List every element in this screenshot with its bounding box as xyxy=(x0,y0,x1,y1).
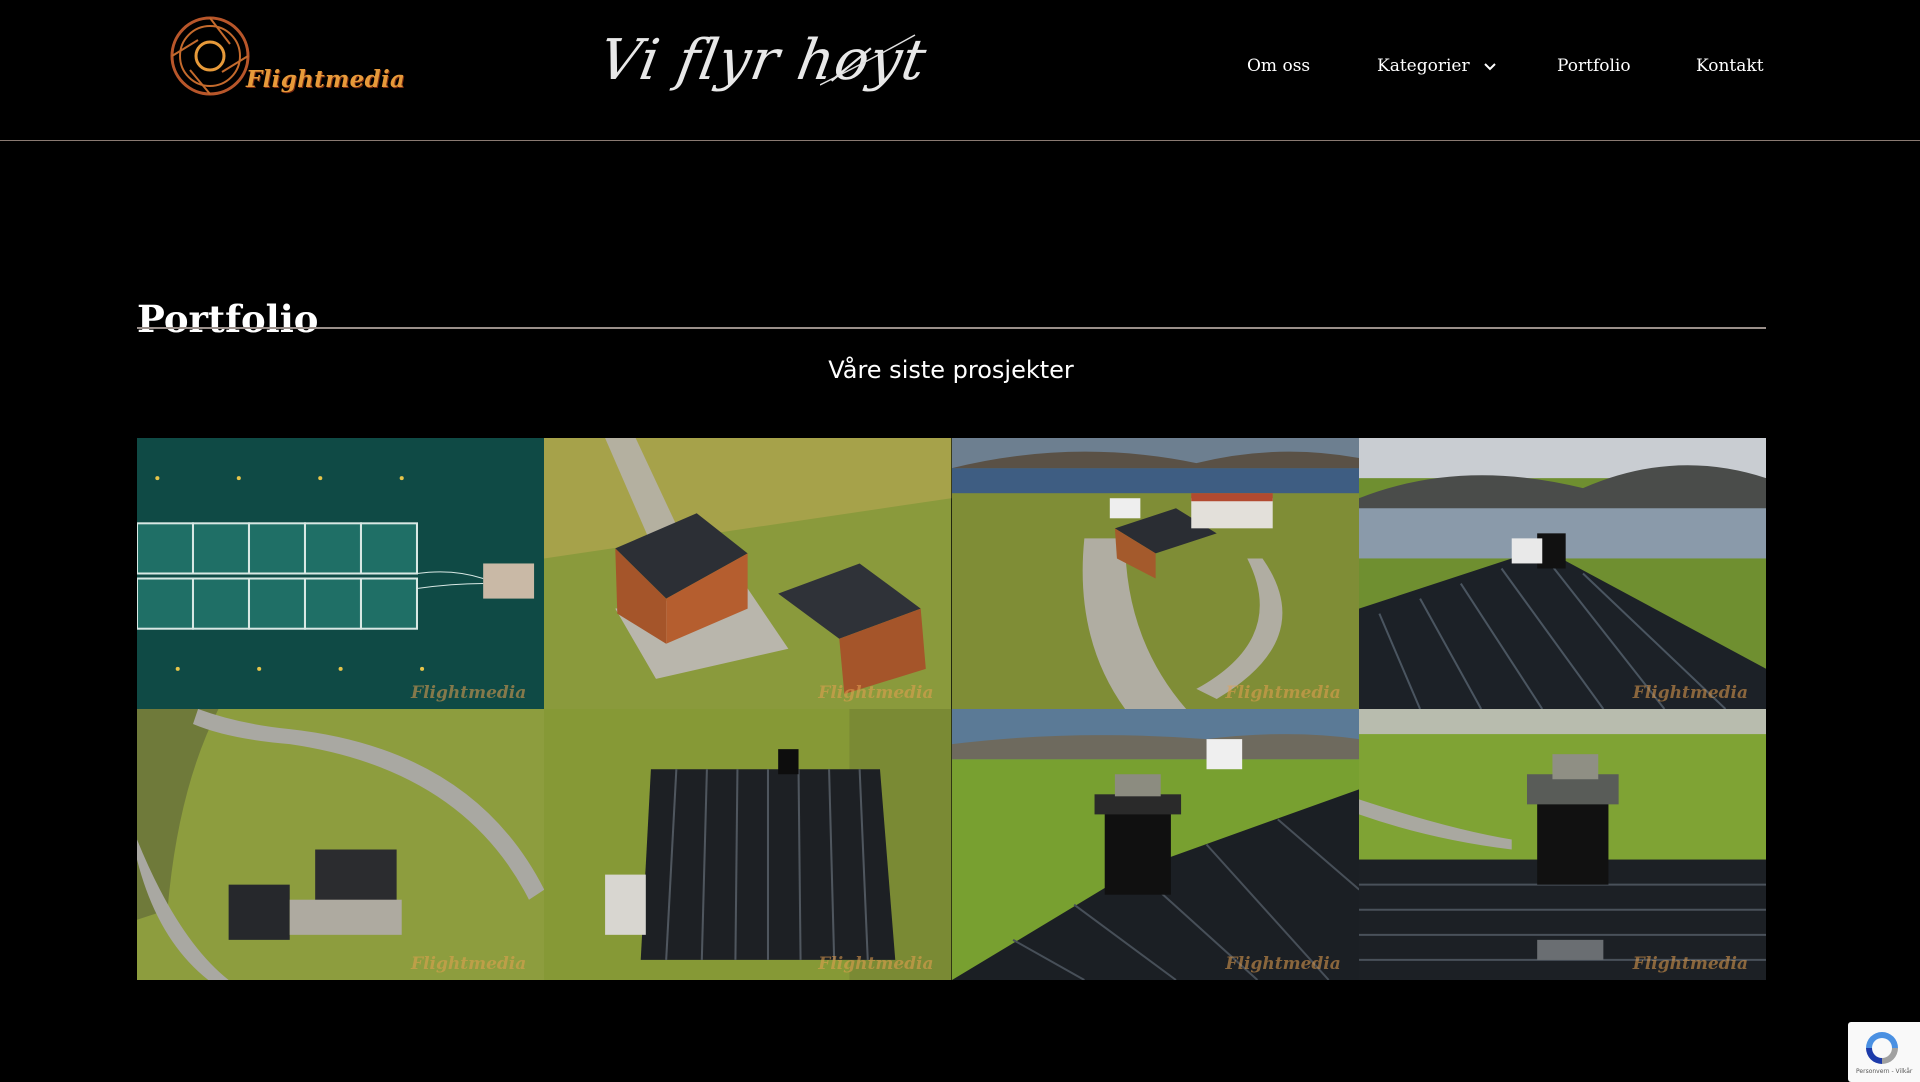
gallery-item-black-roof[interactable]: Flightmedia xyxy=(544,709,952,980)
gallery-item-house-garage[interactable]: Flightmedia xyxy=(544,438,952,709)
recaptcha-badge[interactable]: Personvern - Vilkår xyxy=(1848,1022,1920,1082)
house-garage-image xyxy=(544,438,952,709)
black-roof-image xyxy=(544,709,952,980)
farm-fjord-image xyxy=(951,438,1359,709)
nav-om-oss[interactable]: Om oss xyxy=(1247,56,1310,76)
roof-fjord-image xyxy=(1358,438,1766,709)
watermark: Flightmedia xyxy=(1632,683,1748,703)
watermark: Flightmedia xyxy=(818,683,934,703)
nav-portfolio[interactable]: Portfolio xyxy=(1557,56,1631,76)
recaptcha-links[interactable]: Personvern - Vilkår xyxy=(1856,1068,1912,1075)
watermark: Flightmedia xyxy=(1225,683,1341,703)
fish-farm-image xyxy=(137,438,545,709)
nav-kategorier[interactable]: Kategorier xyxy=(1377,56,1497,76)
watermark: Flightmedia xyxy=(1632,954,1748,974)
gallery-item-chimney-close[interactable]: Flightmedia xyxy=(1358,709,1766,980)
chimney-close-image xyxy=(1358,709,1766,980)
recaptcha-icon xyxy=(1866,1032,1898,1064)
gallery-item-house-top-down[interactable]: Flightmedia xyxy=(137,709,545,980)
page-title: Portfolio xyxy=(137,296,319,341)
gallery-item-roof-fjord[interactable]: Flightmedia xyxy=(1358,438,1766,709)
watermark: Flightmedia xyxy=(411,683,527,703)
chimney-fjord-image xyxy=(951,709,1359,980)
site-header: Flightmedia Vi flyr høyt Om oss Kategori… xyxy=(0,0,1920,141)
house-top-down-image xyxy=(137,709,545,980)
watermark: Flightmedia xyxy=(818,954,934,974)
nav-kontakt[interactable]: Kontakt xyxy=(1696,56,1764,76)
watermark: Flightmedia xyxy=(1225,954,1341,974)
main-nav: Om oss Kategorier Portfolio Kontakt xyxy=(0,56,1920,86)
portfolio-gallery: Flightmedia Flightmedia Flightmedia Flig… xyxy=(137,438,1766,980)
section-subtitle: Våre siste prosjekter xyxy=(828,356,1074,384)
title-divider xyxy=(137,327,1766,329)
gallery-item-fish-farm[interactable]: Flightmedia xyxy=(137,438,545,709)
nav-kategorier-label: Kategorier xyxy=(1377,56,1470,76)
chevron-down-icon xyxy=(1484,62,1496,70)
gallery-item-farm-fjord[interactable]: Flightmedia xyxy=(951,438,1359,709)
gallery-item-chimney-fjord[interactable]: Flightmedia xyxy=(951,709,1359,980)
watermark: Flightmedia xyxy=(411,954,527,974)
